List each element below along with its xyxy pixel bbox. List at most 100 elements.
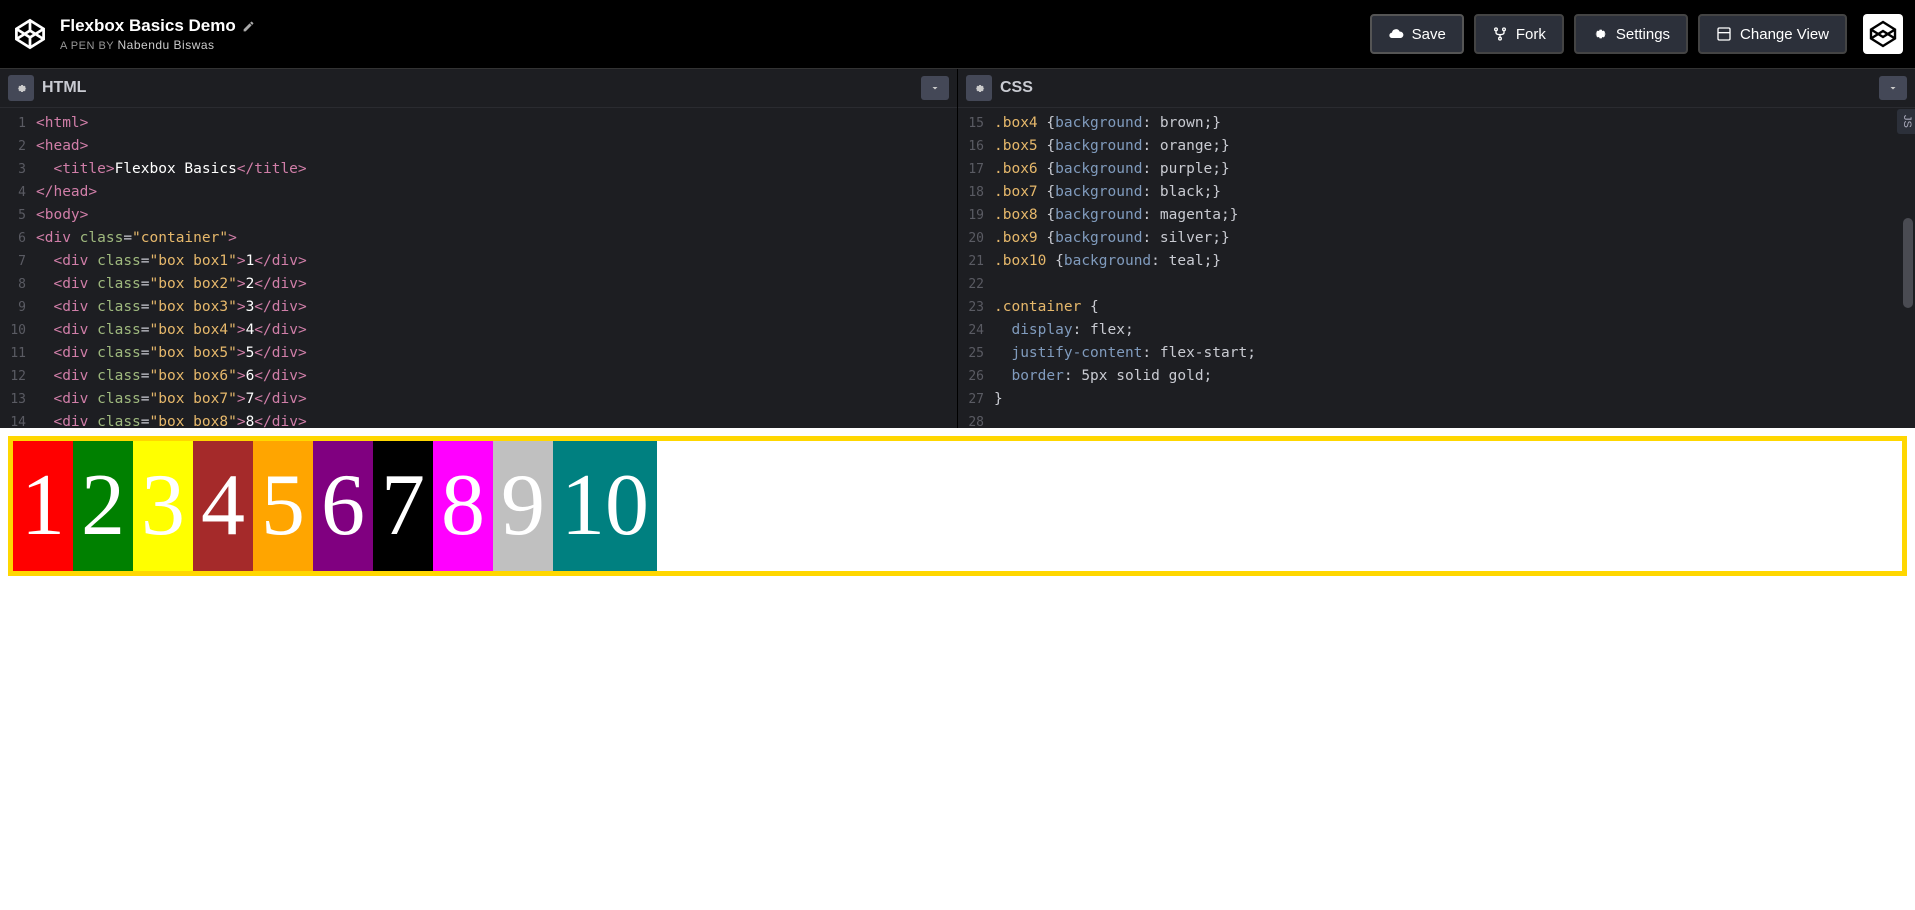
code-text: <body> xyxy=(36,204,88,227)
js-panel-tab[interactable]: JS xyxy=(1897,109,1915,134)
code-line[interactable]: 5<body> xyxy=(0,204,957,227)
code-text: .box10 {background: teal;} xyxy=(994,250,1221,273)
css-settings-button[interactable] xyxy=(966,75,992,101)
code-line[interactable]: 21.box10 {background: teal;} xyxy=(958,250,1915,273)
flex-box: 5 xyxy=(253,441,313,571)
flex-box: 1 xyxy=(13,441,73,571)
code-line[interactable]: 15.box4 {background: brown;} xyxy=(958,112,1915,135)
line-number: 3 xyxy=(0,158,36,181)
line-number: 24 xyxy=(958,319,994,342)
code-line[interactable]: 22 xyxy=(958,273,1915,296)
line-number: 13 xyxy=(0,388,36,411)
header-actions: Save Fork Settings Change View xyxy=(1370,14,1903,54)
pen-title[interactable]: Flexbox Basics Demo xyxy=(60,16,1370,36)
code-line[interactable]: 3 <title>Flexbox Basics</title> xyxy=(0,158,957,181)
css-code-editor[interactable]: 15.box4 {background: brown;}16.box5 {bac… xyxy=(958,108,1915,428)
code-line[interactable]: 19.box8 {background: magenta;} xyxy=(958,204,1915,227)
line-number: 21 xyxy=(958,250,994,273)
code-text: .box8 {background: magenta;} xyxy=(994,204,1238,227)
code-line[interactable]: 14 <div class="box box8">8</div> xyxy=(0,411,957,428)
css-collapse-button[interactable] xyxy=(1879,76,1907,100)
html-panel-title: HTML xyxy=(42,79,921,97)
line-number: 5 xyxy=(0,204,36,227)
code-line[interactable]: 1<html> xyxy=(0,112,957,135)
flex-box: 6 xyxy=(313,441,373,571)
flex-box: 9 xyxy=(493,441,553,571)
code-text: <head> xyxy=(36,135,88,158)
html-code-editor[interactable]: 1<html>2<head>3 <title>Flexbox Basics</t… xyxy=(0,108,957,428)
line-number: 7 xyxy=(0,250,36,273)
code-text: <div class="box box7">7</div> xyxy=(36,388,307,411)
fork-button[interactable]: Fork xyxy=(1474,14,1564,54)
pen-byline: A PEN BY Nabendu Biswas xyxy=(60,38,1370,52)
author-link[interactable]: Nabendu Biswas xyxy=(118,38,215,52)
byline-prefix: A PEN BY xyxy=(60,40,114,52)
code-line[interactable]: 10 <div class="box box4">4</div> xyxy=(0,319,957,342)
line-number: 9 xyxy=(0,296,36,319)
flex-box: 7 xyxy=(373,441,433,571)
fork-icon xyxy=(1492,26,1508,42)
save-button[interactable]: Save xyxy=(1370,14,1464,54)
scrollbar-thumb[interactable] xyxy=(1903,218,1913,308)
code-line[interactable]: 20.box9 {background: silver;} xyxy=(958,227,1915,250)
code-line[interactable]: 9 <div class="box box3">3</div> xyxy=(0,296,957,319)
gear-icon xyxy=(973,82,986,95)
editors-row: HTML 1<html>2<head>3 <title>Flexbox Basi… xyxy=(0,68,1915,428)
flex-box: 4 xyxy=(193,441,253,571)
code-line[interactable]: 7 <div class="box box1">1</div> xyxy=(0,250,957,273)
html-collapse-button[interactable] xyxy=(921,76,949,100)
user-avatar[interactable] xyxy=(1863,14,1903,54)
html-panel: HTML 1<html>2<head>3 <title>Flexbox Basi… xyxy=(0,69,958,428)
preview-pane: 12345678910 xyxy=(0,428,1915,910)
code-line[interactable]: 12 <div class="box box6">6</div> xyxy=(0,365,957,388)
code-line[interactable]: 4</head> xyxy=(0,181,957,204)
scrollbar[interactable] xyxy=(1903,108,1913,428)
html-panel-header: HTML xyxy=(0,69,957,108)
settings-label: Settings xyxy=(1616,26,1670,43)
code-text: .box6 {background: purple;} xyxy=(994,158,1230,181)
code-line[interactable]: 28 xyxy=(958,411,1915,428)
code-line[interactable]: 13 <div class="box box7">7</div> xyxy=(0,388,957,411)
layout-icon xyxy=(1716,26,1732,42)
code-line[interactable]: 11 <div class="box box5">5</div> xyxy=(0,342,957,365)
code-text: .box5 {background: orange;} xyxy=(994,135,1230,158)
code-line[interactable]: 26 border: 5px solid gold; xyxy=(958,365,1915,388)
line-number: 12 xyxy=(0,365,36,388)
line-number: 6 xyxy=(0,227,36,250)
settings-button[interactable]: Settings xyxy=(1574,14,1688,54)
flex-box: 3 xyxy=(133,441,193,571)
code-line[interactable]: 25 justify-content: flex-start; xyxy=(958,342,1915,365)
save-label: Save xyxy=(1412,26,1446,43)
html-settings-button[interactable] xyxy=(8,75,34,101)
code-text: display: flex; xyxy=(994,319,1134,342)
code-line[interactable]: 24 display: flex; xyxy=(958,319,1915,342)
code-text: .box4 {background: brown;} xyxy=(994,112,1221,135)
code-text: border: 5px solid gold; xyxy=(994,365,1212,388)
line-number: 1 xyxy=(0,112,36,135)
code-line[interactable]: 6<div class="container"> xyxy=(0,227,957,250)
line-number: 20 xyxy=(958,227,994,250)
pen-title-text: Flexbox Basics Demo xyxy=(60,16,236,36)
line-number: 28 xyxy=(958,411,994,428)
change-view-button[interactable]: Change View xyxy=(1698,14,1847,54)
code-text: <div class="box box8">8</div> xyxy=(36,411,307,428)
code-line[interactable]: 27} xyxy=(958,388,1915,411)
title-area: Flexbox Basics Demo A PEN BY Nabendu Bis… xyxy=(60,16,1370,52)
gear-icon xyxy=(15,82,28,95)
code-text: <div class="box box1">1</div> xyxy=(36,250,307,273)
code-text: .container { xyxy=(994,296,1099,319)
code-line[interactable]: 17.box6 {background: purple;} xyxy=(958,158,1915,181)
code-line[interactable]: 23.container { xyxy=(958,296,1915,319)
code-line[interactable]: 18.box7 {background: black;} xyxy=(958,181,1915,204)
code-line[interactable]: 8 <div class="box box2">2</div> xyxy=(0,273,957,296)
code-line[interactable]: 16.box5 {background: orange;} xyxy=(958,135,1915,158)
code-text: .box9 {background: silver;} xyxy=(994,227,1230,250)
line-number: 18 xyxy=(958,181,994,204)
change-view-label: Change View xyxy=(1740,26,1829,43)
codepen-logo[interactable] xyxy=(12,16,48,52)
line-number: 27 xyxy=(958,388,994,411)
css-panel-header: CSS xyxy=(958,69,1915,108)
code-line[interactable]: 2<head> xyxy=(0,135,957,158)
code-text: <title>Flexbox Basics</title> xyxy=(36,158,307,181)
chevron-down-icon xyxy=(929,82,941,94)
